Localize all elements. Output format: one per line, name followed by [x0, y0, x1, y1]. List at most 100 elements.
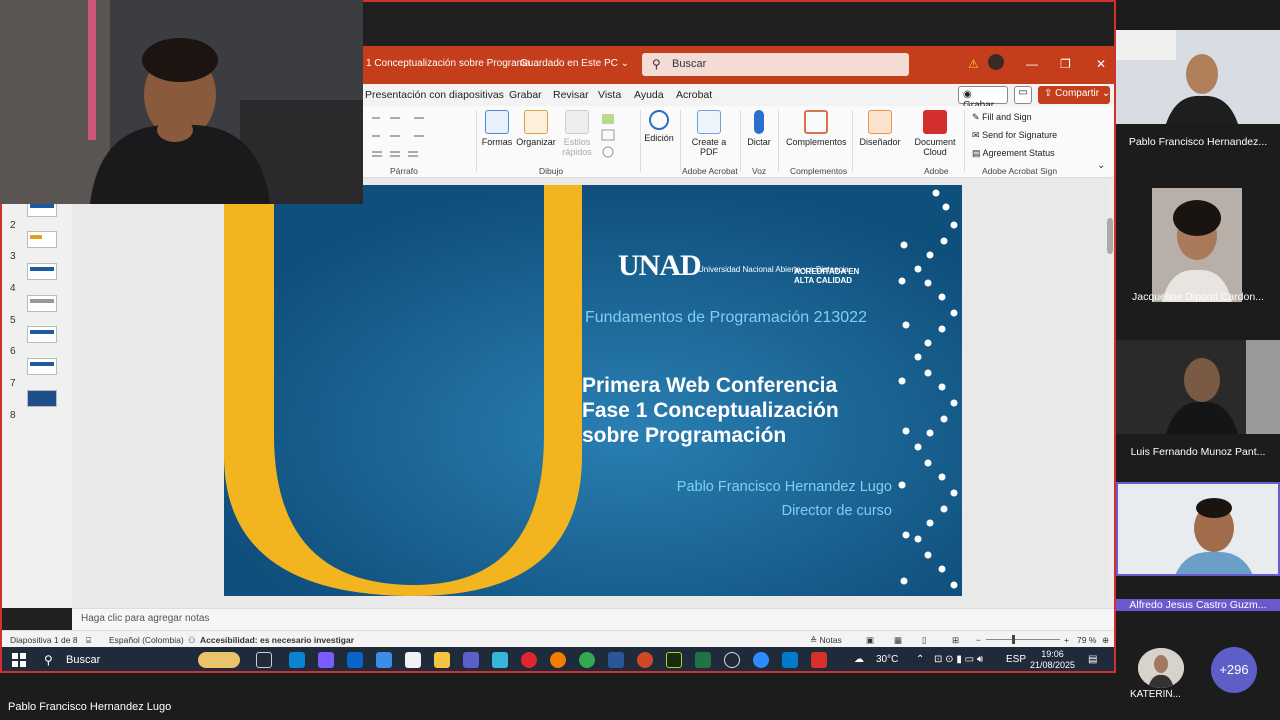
excel-icon[interactable]: [695, 652, 711, 668]
slide-thumbnail[interactable]: [27, 358, 57, 375]
participant-video-active-speaker[interactable]: [1116, 482, 1280, 576]
dictar-button[interactable]: Dictar: [744, 110, 774, 147]
more-participants-button[interactable]: +296: [1211, 647, 1257, 693]
audition-icon[interactable]: [666, 652, 682, 668]
group-dibujo: Dibujo: [539, 166, 564, 176]
app-icon[interactable]: [724, 652, 740, 668]
restore-icon[interactable]: ❐: [1060, 57, 1071, 71]
zoom-in-icon[interactable]: +: [1064, 635, 1069, 645]
shape-format-tools[interactable]: [600, 112, 630, 162]
spellcheck-icon[interactable]: ⌸: [86, 635, 91, 646]
slide-thumbnail[interactable]: [27, 390, 57, 407]
current-slide[interactable]: UNAD Universidad Nacional Abierta y a Di…: [224, 185, 962, 596]
slide-thumbnail[interactable]: [27, 231, 57, 248]
vscode-icon[interactable]: [782, 652, 798, 668]
agreement-status-button[interactable]: ▤ Agreement Status: [972, 148, 1055, 159]
slide-thumbnail[interactable]: [27, 263, 57, 280]
word-icon[interactable]: [608, 652, 624, 668]
app-icon[interactable]: [289, 652, 305, 668]
participant-video[interactable]: [1116, 30, 1280, 124]
app-icon[interactable]: [811, 652, 827, 668]
warning-icon[interactable]: ⚠: [968, 57, 979, 71]
share-button[interactable]: ⇪ Compartir ⌄: [1038, 86, 1110, 104]
edicion-button[interactable]: Edición: [642, 110, 676, 143]
presenter-video[interactable]: [0, 0, 363, 204]
outlook-icon[interactable]: [347, 652, 363, 668]
tab-ayuda[interactable]: Ayuda: [634, 89, 664, 101]
tab-grabar[interactable]: Grabar: [509, 89, 542, 101]
tab-revisar[interactable]: Revisar: [553, 89, 589, 101]
user-avatar[interactable]: [988, 54, 1004, 70]
slide-sorter-icon[interactable]: ▦: [894, 635, 902, 646]
minimize-icon[interactable]: —: [1026, 57, 1038, 71]
participant-video[interactable]: [1152, 188, 1242, 302]
tab-acrobat[interactable]: Acrobat: [676, 89, 712, 101]
accessibility-icon[interactable]: ⚇: [188, 635, 196, 646]
language-indicator[interactable]: ESP: [1006, 654, 1026, 665]
record-button[interactable]: ◉ Grabar: [958, 86, 1008, 111]
normal-view-icon[interactable]: ▣: [866, 635, 874, 646]
language-status[interactable]: Español (Colombia): [109, 635, 184, 645]
paragraph-tools[interactable]: [370, 112, 466, 162]
reading-view-icon[interactable]: ▯: [922, 635, 927, 646]
find-icon: [649, 110, 669, 130]
tab-vista[interactable]: Vista: [598, 89, 621, 101]
zoom-icon[interactable]: [753, 652, 769, 668]
thumbnail-content: [30, 330, 54, 334]
slide-thumbnail[interactable]: [27, 295, 57, 312]
save-status[interactable]: Guardado en Este PC ⌄: [520, 58, 629, 69]
explorer-icon[interactable]: [434, 652, 450, 668]
notes-field[interactable]: Haga clic para agregar notas: [72, 608, 1114, 630]
document-cloud-button[interactable]: Document Cloud: [912, 110, 958, 157]
tray-icons[interactable]: ⊡ ⊙ ▮ ▭ 🔊︎: [934, 654, 983, 665]
windows-start-icon[interactable]: [12, 653, 26, 667]
store-icon[interactable]: [405, 652, 421, 668]
formas-button[interactable]: Formas: [480, 110, 514, 147]
participant-video[interactable]: [1116, 340, 1280, 434]
fit-slide-icon[interactable]: ⊕: [1102, 635, 1109, 646]
send-for-signature-button[interactable]: ✉ Send for Signature: [972, 130, 1057, 141]
slideshow-icon[interactable]: ⊞: [952, 635, 959, 646]
slide-thumbnail[interactable]: [27, 326, 57, 343]
mail-icon[interactable]: [376, 652, 392, 668]
fill-and-sign-button[interactable]: ✎ Fill and Sign: [972, 112, 1032, 123]
bird-widget-icon[interactable]: [198, 652, 240, 668]
chrome-icon[interactable]: [579, 652, 595, 668]
notes-toggle[interactable]: ≙ Notas: [810, 635, 842, 646]
zoom-slider[interactable]: [986, 635, 1060, 644]
quick-styles-icon: [565, 110, 589, 134]
taskbar-search-icon[interactable]: ⚲: [44, 653, 53, 667]
powerpoint-icon[interactable]: [637, 652, 653, 668]
taskbar-search[interactable]: Buscar: [66, 654, 100, 666]
accessibility-status[interactable]: Accesibilidad: es necesario investigar: [200, 635, 354, 645]
create-pdf-button[interactable]: Create a PDF: [690, 110, 728, 157]
zoom-slider-thumb[interactable]: [1012, 635, 1015, 644]
vertical-scrollbar[interactable]: [1107, 182, 1113, 602]
opera-icon[interactable]: [521, 652, 537, 668]
task-view-icon[interactable]: [256, 652, 272, 668]
separator: [852, 110, 853, 172]
complementos-button[interactable]: Complementos: [786, 110, 847, 147]
app-icon[interactable]: [492, 652, 508, 668]
notifications-icon[interactable]: ▤: [1088, 654, 1097, 665]
estilos-rapidos-button[interactable]: Estilos rápidos: [558, 110, 596, 157]
zoom-out-icon[interactable]: −: [976, 635, 981, 645]
close-icon[interactable]: ✕: [1096, 57, 1106, 71]
tray-chevron-icon[interactable]: ⌃: [916, 654, 924, 665]
teams-icon[interactable]: [463, 652, 479, 668]
search-input[interactable]: ⚲ Buscar: [642, 53, 909, 76]
firefox-icon[interactable]: [550, 652, 566, 668]
weather-icon[interactable]: ☁: [854, 654, 864, 665]
clock[interactable]: 19:06 21/08/2025: [1030, 649, 1075, 671]
scrollbar-thumb[interactable]: [1107, 218, 1113, 254]
ribbon-collapse-icon[interactable]: ⌄: [1097, 160, 1105, 171]
organizar-button[interactable]: Organizar: [516, 110, 556, 147]
copilot-icon[interactable]: [318, 652, 334, 668]
tab-presentacion[interactable]: Presentación con diapositivas: [365, 89, 504, 101]
zoom-level[interactable]: 79 %: [1077, 635, 1096, 645]
participant-avatar[interactable]: [1138, 648, 1184, 688]
comments-button[interactable]: ▭: [1014, 86, 1032, 104]
document-title[interactable]: 1 Conceptualización sobre Programa...: [366, 58, 539, 69]
weather-temp[interactable]: 30°C: [876, 654, 898, 665]
disenador-button[interactable]: Diseñador: [858, 110, 902, 147]
